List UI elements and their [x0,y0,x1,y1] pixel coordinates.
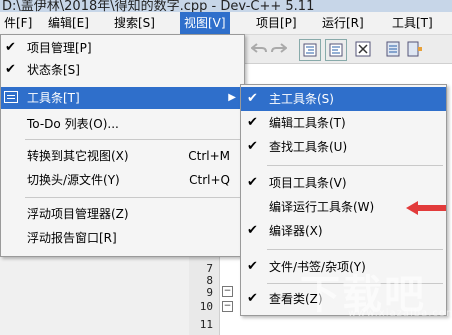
menu-separator [267,165,443,166]
window-title: D:\盖伊林\2018年\得知的数字.cpp - Dev-C++ 5.11 [2,0,315,12]
menu-item-float-report-window[interactable]: 浮动报告窗口[R] [1,227,244,249]
menu-item-label: 项目管理[P] [27,41,92,55]
submenu-item-label: 编译器(X) [269,224,323,238]
menu-run[interactable]: 运行[R] [318,12,368,34]
menu-item-label: 浮动项目管理器(Z) [27,207,129,221]
menu-item-label: 工具条[T] [27,91,80,105]
menu-item-label: 转换到其它视图(X) [27,149,129,163]
check-icon: ✔ [5,62,16,77]
submenu-item-label: 编辑工具条(T) [269,116,346,130]
redo-icon[interactable] [269,39,289,59]
menu-item-toggle-header-source[interactable]: 切换头/源文件(Y) Ctrl+Q [1,169,244,191]
submenu-item-project-toolbar[interactable]: ✔ 项目工具条(V) [241,171,446,195]
submenu-item-label: 主工具条(S) [269,92,334,106]
line-number: 10 [199,300,213,313]
submenu-item-main-toolbar[interactable]: ✔ 主工具条(S) [241,87,446,111]
menu-item-label: 浮动报告窗口[R] [27,231,117,245]
menu-item-label: To-Do 列表(O)... [27,117,119,131]
window-icon[interactable] [383,39,403,59]
check-icon: ✔ [247,139,258,154]
check-icon: ✔ [247,259,258,274]
check-icon: ✔ [247,175,258,190]
submenu-arrow-icon: ▶ [228,92,236,103]
check-icon: ✔ [247,115,258,130]
fold-toggle-icon[interactable]: − [222,301,233,312]
menu-item-shortcut: Ctrl+M [188,149,230,163]
menu-item-todo-list[interactable]: To-Do 列表(O)... [1,113,244,135]
submenu-item-label: 编译运行工具条(W) [269,200,375,214]
menu-view[interactable]: 视图[V] [180,12,230,34]
unindent-icon[interactable] [325,39,347,61]
toolbar-icon [4,91,18,103]
menu-separator [267,249,443,250]
watermark-url: www.xiazaiba.com [348,308,452,319]
submenu-item-label: 查找工具条(U) [269,140,348,154]
menu-item-switch-view[interactable]: 转换到其它视图(X) Ctrl+M [1,145,244,167]
check-icon: ✔ [247,91,258,106]
menu-item-label: 切换头/源文件(Y) [27,173,120,187]
menu-item-project-manager[interactable]: ✔ 项目管理[P] [1,37,244,59]
submenu-item-edit-toolbar[interactable]: ✔ 编辑工具条(T) [241,111,446,135]
view-menu-dropdown: ✔ 项目管理[P] ✔ 状态条[S] 工具条[T] ▶ To-Do 列表(O).… [0,34,245,257]
check-icon: ✔ [247,291,258,306]
undo-icon[interactable] [249,39,269,59]
watermark: 下载吧 www.xiazaiba.com [300,262,452,332]
split-icon[interactable] [405,39,425,59]
menu-item-shortcut: Ctrl+Q [189,173,230,187]
check-icon: ✔ [5,40,16,55]
main-toolbar [245,35,452,64]
submenu-item-compiler[interactable]: ✔ 编译器(X) [241,219,446,243]
fold-toggle-icon[interactable]: − [222,286,233,297]
menu-project[interactable]: 项目[P] [252,12,301,34]
menu-tools[interactable]: 工具[T] [388,12,437,34]
menu-item-status-bar[interactable]: ✔ 状态条[S] [1,59,244,81]
menu-item-toolbars[interactable]: 工具条[T] ▶ [1,87,244,109]
line-number: 9 [206,286,213,299]
menu-file[interactable]: 件[F] [0,12,36,34]
check-icon: ✔ [247,223,258,238]
menu-search[interactable]: 搜索[S] [110,12,159,34]
menu-separator [25,197,241,198]
menu-item-float-project-manager[interactable]: 浮动项目管理器(Z) [1,203,244,225]
menu-separator [25,139,241,140]
line-number: 11 [199,318,213,331]
submenu-item-search-toolbar[interactable]: ✔ 查找工具条(U) [241,135,446,159]
close-file-icon[interactable] [353,39,373,59]
menu-item-label: 状态条[S] [27,63,80,77]
submenu-item-label: 项目工具条(V) [269,176,347,190]
menu-edit[interactable]: 编辑[E] [44,12,93,34]
window-titlebar: D:\盖伊林\2018年\得知的数字.cpp - Dev-C++ 5.11 [0,0,452,12]
red-arrow-icon [406,201,446,215]
indent-icon[interactable] [299,39,321,61]
menubar: 件[F] 编辑[E] 搜索[S] 视图[V] 项目[P] 运行[R] 工具[T] [0,12,452,35]
